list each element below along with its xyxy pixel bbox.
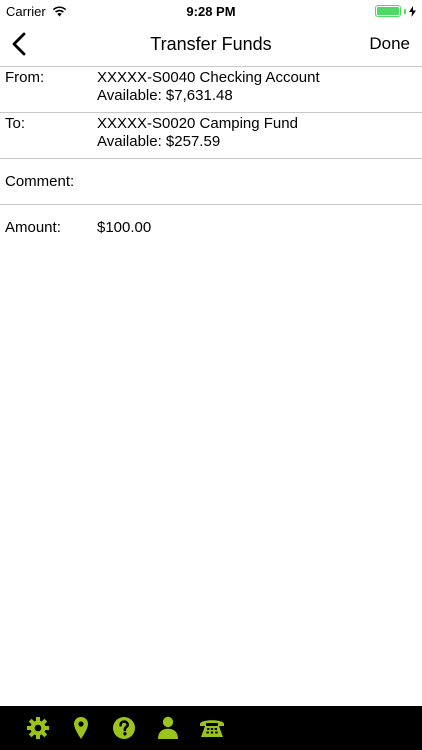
comment-label: Comment:: [5, 173, 75, 190]
to-account-row[interactable]: To: XXXXX-S0020 Camping Fund Available: …: [0, 112, 422, 158]
from-account-row[interactable]: From: XXXXX-S0040 Checking Account Avail…: [0, 66, 422, 112]
battery-level: [377, 7, 399, 15]
battery-tip: [404, 8, 406, 14]
from-account-name: XXXXX-S0040 Checking Account: [97, 69, 320, 86]
to-account-value: XXXXX-S0020 Camping Fund Available: $257…: [97, 115, 298, 151]
person-icon: [158, 716, 178, 739]
to-account-name: XXXXX-S0020 Camping Fund: [97, 115, 298, 132]
gear-icon: [27, 717, 49, 739]
tab-help[interactable]: [111, 716, 137, 740]
battery-icon: [375, 5, 401, 17]
from-available-balance: Available: $7,631.48: [97, 87, 233, 104]
tab-locations[interactable]: [68, 716, 94, 740]
charging-bolt-icon: [409, 5, 416, 17]
amount-row: Amount: $100.00: [0, 204, 422, 250]
help-icon: [113, 717, 135, 739]
transfer-form: From: XXXXX-S0040 Checking Account Avail…: [0, 66, 422, 250]
status-right: [375, 5, 416, 17]
to-label: To:: [5, 115, 26, 132]
to-available-balance: Available: $257.59: [97, 133, 221, 150]
bottom-tab-bar: [0, 706, 422, 750]
navigation-bar: Transfer Funds Done: [0, 22, 422, 66]
from-label: From:: [5, 69, 45, 86]
done-button[interactable]: Done: [369, 34, 410, 54]
page-title: Transfer Funds: [150, 34, 272, 54]
status-time: 9:28 PM: [186, 4, 236, 19]
comment-row: Comment:: [0, 158, 422, 204]
amount-field[interactable]: $100.00: [97, 219, 151, 237]
tab-call[interactable]: [198, 716, 226, 740]
tab-settings[interactable]: [25, 716, 51, 740]
location-pin-icon: [74, 717, 88, 739]
amount-label: Amount:: [5, 219, 61, 236]
status-bar: Carrier 9:28 PM: [0, 0, 422, 22]
tab-contacts[interactable]: [155, 716, 181, 740]
from-account-value: XXXXX-S0040 Checking Account Available: …: [97, 69, 320, 105]
phone-icon: [200, 720, 224, 737]
